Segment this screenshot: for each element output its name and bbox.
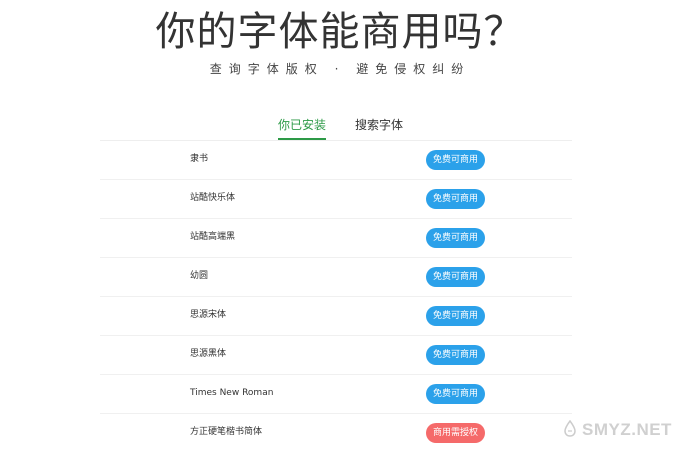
license-badge[interactable]: 免费可商用: [426, 228, 485, 248]
page: 你的字体能商用吗？ 查询字体版权 · 避免侵权纠纷 你已安装 搜索字体 隶书 免…: [0, 0, 680, 450]
page-title: 你的字体能商用吗？: [155, 9, 525, 55]
license-badge[interactable]: 免费可商用: [426, 345, 485, 365]
font-name: 思源宋体: [190, 310, 227, 320]
license-badge[interactable]: 免费可商用: [426, 267, 485, 287]
font-name: 方正硬笔楷书简体: [190, 427, 263, 437]
tab-bar: 你已安装 搜索字体: [250, 116, 430, 140]
list-item[interactable]: 隶书 免费可商用: [100, 141, 572, 180]
font-name: 站酷快乐体: [190, 193, 236, 203]
font-name: 隶书: [190, 154, 209, 164]
license-badge[interactable]: 商用需授权: [426, 423, 485, 443]
watermark: SMYZ.NET: [562, 416, 672, 444]
list-item[interactable]: 思源宋体 免费可商用: [100, 297, 572, 336]
license-badge[interactable]: 免费可商用: [426, 150, 485, 170]
font-name: 思源黑体: [190, 349, 227, 359]
list-item[interactable]: 站酷快乐体 免费可商用: [100, 180, 572, 219]
list-item[interactable]: 幼圆 免费可商用: [100, 258, 572, 297]
watermark-text: SMYZ.NET: [582, 420, 672, 439]
font-name: 幼圆: [190, 271, 209, 281]
tab-installed[interactable]: 你已安装: [278, 116, 327, 140]
license-badge[interactable]: 免费可商用: [426, 306, 485, 326]
page-subtitle: 查询字体版权 · 避免侵权纠纷: [209, 62, 471, 76]
font-name: 站酷高端黑: [190, 232, 236, 242]
license-badge[interactable]: 免费可商用: [426, 384, 485, 404]
tab-search-fonts[interactable]: 搜索字体: [355, 116, 403, 134]
list-item[interactable]: Times New Roman 免费可商用: [100, 375, 572, 414]
license-badge[interactable]: 免费可商用: [426, 189, 485, 209]
smyz-logo-icon: [564, 420, 576, 437]
list-item[interactable]: 站酷高端黑 免费可商用: [100, 219, 572, 258]
list-item[interactable]: 思源黑体 免费可商用: [100, 336, 572, 375]
list-item[interactable]: 方正硬笔楷书简体 商用需授权: [100, 414, 572, 450]
font-list: 隶书 免费可商用 站酷快乐体 免费可商用 站酷高端黑 免费可商用 幼圆 免费可商…: [100, 140, 572, 450]
font-name: Times New Roman: [190, 388, 274, 398]
